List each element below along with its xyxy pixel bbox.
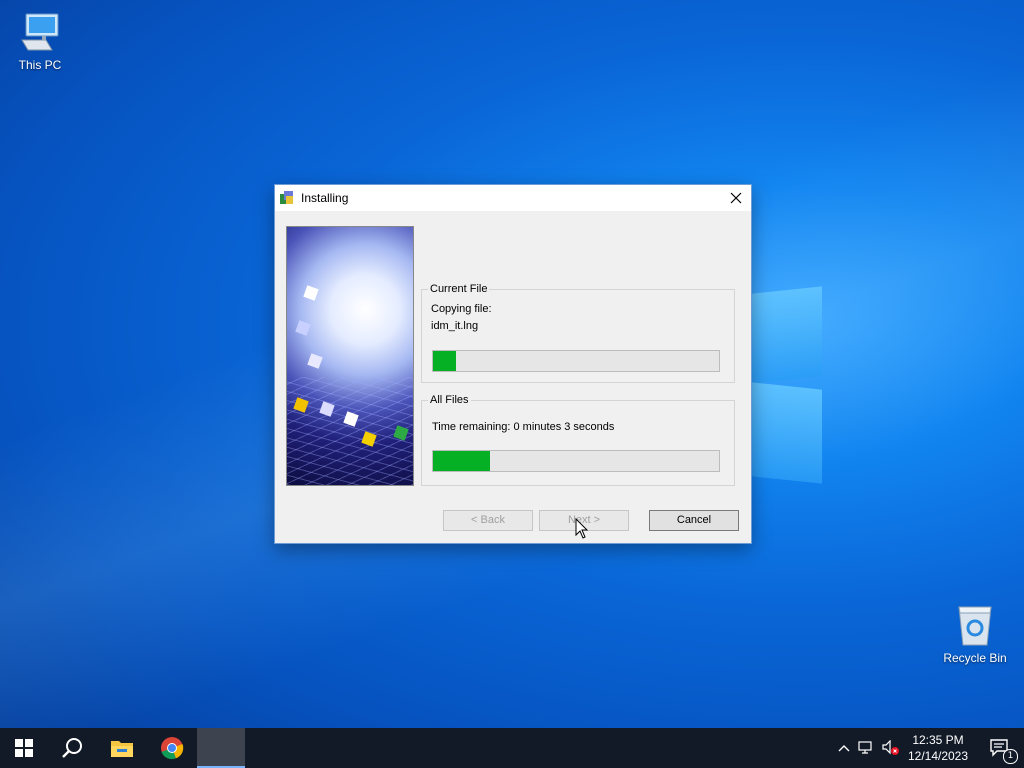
- close-icon: [730, 192, 742, 204]
- all-files-legend: All Files: [430, 394, 469, 406]
- close-button[interactable]: [721, 185, 751, 211]
- desktop-icon-label: This PC: [18, 58, 62, 72]
- taskbar-chrome[interactable]: [148, 728, 196, 768]
- current-file-progress-bar: [432, 350, 720, 372]
- back-button[interactable]: < Back: [443, 510, 533, 531]
- current-filename: idm_it.lng: [431, 320, 479, 332]
- all-files-progress-bar: [432, 450, 720, 472]
- search-icon: [62, 738, 82, 758]
- start-icon: [15, 739, 33, 757]
- taskbar-installer-app[interactable]: [197, 728, 245, 768]
- clock-time: 12:35 PM: [912, 733, 964, 747]
- recycle-bin-icon: [958, 606, 992, 646]
- network-icon[interactable]: [858, 741, 876, 755]
- all-files-progress-fill: [433, 451, 491, 471]
- taskbar-clock[interactable]: 12:35 PM 12/14/2023: [902, 732, 974, 764]
- file-explorer-icon: [111, 741, 133, 757]
- installer-dialog: Installing Current File Copying file: id…: [274, 184, 752, 544]
- clock-date: 12/14/2023: [907, 749, 969, 763]
- volume-muted-icon[interactable]: [882, 740, 900, 756]
- installer-app-icon: [280, 191, 293, 204]
- copying-file-label: Copying file:: [431, 303, 492, 315]
- mouse-cursor-icon: [575, 518, 589, 539]
- action-center-button[interactable]: 1: [976, 728, 1024, 768]
- dialog-titlebar[interactable]: Installing: [275, 185, 751, 211]
- taskbar-file-explorer[interactable]: [98, 728, 146, 768]
- desktop-icon-recycle-bin[interactable]: Recycle Bin: [935, 603, 1015, 665]
- notification-count-badge: 1: [1003, 749, 1018, 764]
- installer-banner-image: [286, 226, 414, 486]
- search-button[interactable]: [48, 728, 96, 768]
- all-files-group: All Files: [421, 394, 735, 486]
- windows-logo-wallpaper: [752, 286, 822, 484]
- taskbar: 12:35 PM 12/14/2023 1: [0, 728, 1024, 768]
- chrome-icon: [161, 737, 184, 760]
- time-remaining-label: Time remaining: 0 minutes 3 seconds: [432, 421, 615, 433]
- cancel-button[interactable]: Cancel: [649, 510, 739, 531]
- system-tray: [838, 728, 900, 768]
- desktop-icon-this-pc[interactable]: This PC: [0, 10, 80, 72]
- current-file-progress-fill: [433, 351, 456, 371]
- show-hidden-icons-chevron-icon[interactable]: [838, 744, 850, 752]
- dialog-title: Installing: [301, 191, 349, 205]
- current-file-legend: Current File: [430, 283, 488, 295]
- start-button[interactable]: [0, 728, 48, 768]
- this-pc-icon: [21, 13, 59, 51]
- desktop-icon-label: Recycle Bin: [943, 651, 1007, 665]
